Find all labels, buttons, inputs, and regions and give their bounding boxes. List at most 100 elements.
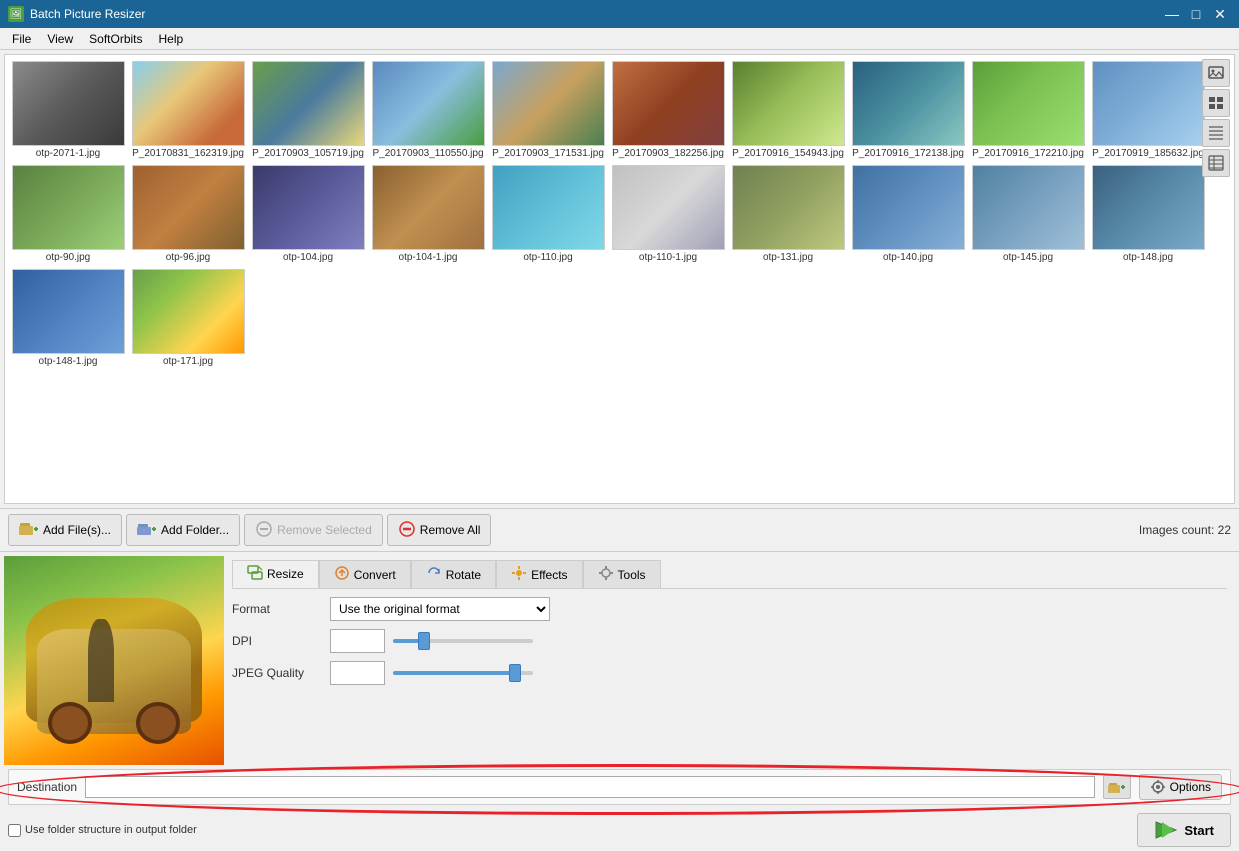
image-filename: otp-140.jpg bbox=[883, 252, 933, 263]
tab-tools-label: Tools bbox=[618, 568, 646, 582]
preview-panel bbox=[4, 556, 224, 765]
add-folder-button[interactable]: Add Folder... bbox=[126, 514, 240, 546]
rotate-icon bbox=[426, 565, 442, 584]
settings-tabs: Resize Convert Rotate bbox=[232, 560, 1227, 589]
list-item[interactable]: P_20170903_182256.jpg bbox=[609, 59, 727, 161]
image-filename: P_20170916_172210.jpg bbox=[972, 148, 1084, 159]
menu-file[interactable]: File bbox=[4, 30, 39, 48]
tools-icon bbox=[598, 565, 614, 584]
jpeg-quality-row: JPEG Quality 90 bbox=[232, 661, 1227, 685]
menu-view[interactable]: View bbox=[39, 30, 81, 48]
image-filename: P_20170903_105719.jpg bbox=[252, 148, 364, 159]
remove-all-button[interactable]: Remove All bbox=[387, 514, 492, 546]
gallery-inner: otp-2071-1.jpg P_20170831_162319.jpg P_201… bbox=[5, 55, 1234, 373]
list-item[interactable]: P_20170903_171531.jpg bbox=[489, 59, 607, 161]
format-label: Format bbox=[232, 602, 322, 616]
add-folder-icon bbox=[137, 521, 157, 540]
menu-help[interactable]: Help bbox=[151, 30, 192, 48]
list-item[interactable]: otp-104-1.jpg bbox=[369, 163, 487, 265]
close-button[interactable]: ✕ bbox=[1209, 5, 1231, 23]
image-filename: otp-96.jpg bbox=[166, 252, 210, 263]
tab-effects-label: Effects bbox=[531, 568, 567, 582]
view-grid-button[interactable] bbox=[1202, 119, 1230, 147]
main-container: otp-2071-1.jpg P_20170831_162319.jpg P_201… bbox=[0, 50, 1239, 851]
view-photo-button[interactable] bbox=[1202, 59, 1230, 87]
effects-icon bbox=[511, 565, 527, 584]
jpeg-slider-track bbox=[393, 671, 533, 675]
options-button[interactable]: Options bbox=[1139, 774, 1222, 800]
list-item[interactable]: P_20170903_110550.jpg bbox=[369, 59, 487, 161]
jpeg-slider-fill bbox=[393, 671, 512, 675]
jpeg-slider-thumb[interactable] bbox=[509, 664, 521, 682]
image-filename: otp-110.jpg bbox=[523, 252, 572, 263]
view-table-button[interactable] bbox=[1202, 149, 1230, 177]
resize-icon bbox=[247, 565, 263, 584]
list-item[interactable]: otp-145.jpg bbox=[969, 163, 1087, 265]
list-item[interactable]: otp-96.jpg bbox=[129, 163, 247, 265]
jpeg-quality-input[interactable]: 90 bbox=[330, 661, 385, 685]
app-title: Batch Picture Resizer bbox=[30, 7, 145, 21]
list-item[interactable]: otp-148-1.jpg bbox=[9, 267, 127, 369]
dpi-input[interactable]: 100 bbox=[330, 629, 385, 653]
list-item[interactable]: otp-110-1.jpg bbox=[609, 163, 727, 265]
add-files-button[interactable]: Add File(s)... bbox=[8, 514, 122, 546]
jpeg-quality-label: JPEG Quality bbox=[232, 666, 322, 680]
list-item[interactable]: otp-104.jpg bbox=[249, 163, 367, 265]
list-item[interactable]: P_20170831_162319.jpg bbox=[129, 59, 247, 161]
image-filename: P_20170831_162319.jpg bbox=[132, 148, 244, 159]
menu-bar: File View SoftOrbits Help bbox=[0, 28, 1239, 50]
images-count: Images count: 22 bbox=[1139, 523, 1231, 537]
tab-rotate[interactable]: Rotate bbox=[411, 560, 496, 588]
image-filename: P_20170903_110550.jpg bbox=[372, 148, 483, 159]
image-filename: P_20170903_182256.jpg bbox=[612, 148, 724, 159]
add-files-label: Add File(s)... bbox=[43, 523, 111, 537]
list-item[interactable]: P_20170903_105719.jpg bbox=[249, 59, 367, 161]
image-filename: P_20170916_154943.jpg bbox=[732, 148, 844, 159]
format-row: Format Use the original format JPEG PNG … bbox=[232, 597, 1227, 621]
start-button[interactable]: Start bbox=[1137, 813, 1231, 847]
image-filename: otp-145.jpg bbox=[1003, 252, 1053, 263]
tab-resize[interactable]: Resize bbox=[232, 560, 319, 588]
remove-selected-label: Remove Selected bbox=[277, 523, 372, 537]
view-list-button[interactable] bbox=[1202, 89, 1230, 117]
tab-convert[interactable]: Convert bbox=[319, 560, 411, 588]
destination-input[interactable]: D:\Results bbox=[85, 776, 1095, 798]
app-icon: 🖼 bbox=[8, 6, 24, 22]
list-item[interactable]: otp-110.jpg bbox=[489, 163, 607, 265]
list-item[interactable]: P_20170919_185632.jpg bbox=[1089, 59, 1207, 161]
list-item[interactable]: otp-2071-1.jpg bbox=[9, 59, 127, 161]
side-view-controls bbox=[1202, 59, 1230, 177]
image-filename: otp-2071-1.jpg bbox=[36, 148, 101, 159]
options-label: Options bbox=[1170, 780, 1211, 794]
minimize-button[interactable]: — bbox=[1161, 5, 1183, 23]
tab-effects[interactable]: Effects bbox=[496, 560, 582, 588]
format-select[interactable]: Use the original format JPEG PNG BMP TIF… bbox=[330, 597, 550, 621]
image-filename: otp-131.jpg bbox=[763, 252, 813, 263]
folder-structure-checkbox[interactable] bbox=[8, 824, 21, 837]
destination-browse-button[interactable] bbox=[1103, 775, 1131, 799]
image-filename: otp-104-1.jpg bbox=[399, 252, 458, 263]
list-item[interactable]: otp-90.jpg bbox=[9, 163, 127, 265]
add-folder-label: Add Folder... bbox=[161, 523, 229, 537]
jpeg-quality-slider[interactable] bbox=[393, 663, 533, 683]
list-item[interactable]: P_20170916_172210.jpg bbox=[969, 59, 1087, 161]
list-item[interactable]: otp-131.jpg bbox=[729, 163, 847, 265]
tab-convert-label: Convert bbox=[354, 568, 396, 582]
folder-structure-label: Use folder structure in output folder bbox=[25, 824, 197, 836]
remove-selected-button[interactable]: Remove Selected bbox=[244, 514, 383, 546]
dpi-slider[interactable] bbox=[393, 631, 533, 651]
menu-softorbits[interactable]: SoftOrbits bbox=[81, 30, 150, 48]
maximize-button[interactable]: □ bbox=[1185, 5, 1207, 23]
list-item[interactable]: otp-148.jpg bbox=[1089, 163, 1207, 265]
list-item[interactable]: P_20170916_172138.jpg bbox=[849, 59, 967, 161]
convert-icon bbox=[334, 565, 350, 584]
destination-bar: Destination D:\Results Options bbox=[8, 769, 1231, 805]
image-filename: P_20170916_172138.jpg bbox=[852, 148, 964, 159]
remove-all-icon bbox=[398, 520, 416, 541]
preview-image bbox=[4, 556, 224, 765]
list-item[interactable]: otp-171.jpg bbox=[129, 267, 247, 369]
tab-tools[interactable]: Tools bbox=[583, 560, 661, 588]
list-item[interactable]: P_20170916_154943.jpg bbox=[729, 59, 847, 161]
list-item[interactable]: otp-140.jpg bbox=[849, 163, 967, 265]
dpi-slider-thumb[interactable] bbox=[418, 632, 430, 650]
